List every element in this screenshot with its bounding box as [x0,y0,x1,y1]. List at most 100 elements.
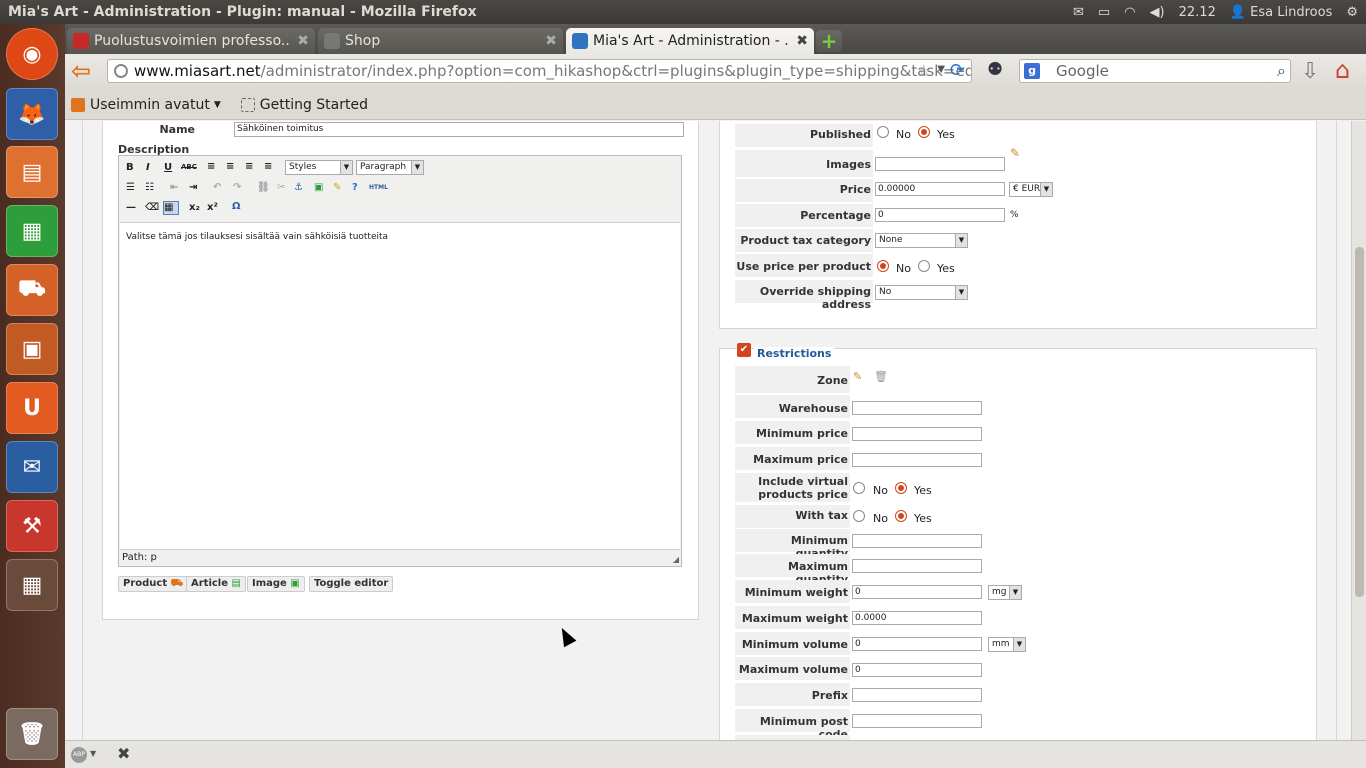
toggle-editor-button[interactable]: Toggle editor [309,576,394,592]
cleanup-icon[interactable]: ✎ [333,182,341,193]
max-price-input[interactable] [852,453,982,467]
tab-close-icon[interactable]: ✖ [545,33,557,49]
per-product-yes-radio[interactable] [918,260,930,272]
max-volume-input[interactable]: 0 [852,663,982,677]
with-tax-yes-radio[interactable] [895,510,907,522]
tab-puolustusvoimien[interactable]: Puolustusvoimien professo... ✖ [67,28,315,54]
redo-icon[interactable]: ↷ [233,182,241,193]
tax-category-select[interactable]: None ▼ [875,233,968,248]
align-center-icon[interactable]: ≡ [226,161,234,172]
close-icon[interactable]: ✖ [117,744,130,763]
special-char-icon[interactable]: Ω [232,201,241,212]
link-icon[interactable]: ⛓ [257,182,270,193]
help-icon[interactable]: ? [352,182,358,193]
horizontal-rule-icon[interactable]: — [126,202,136,213]
globe-icon[interactable] [114,64,128,78]
align-justify-icon[interactable]: ≡ [264,161,272,172]
outdent-icon[interactable]: ⇤ [170,182,178,193]
google-icon[interactable]: g [1024,63,1040,79]
image-icon[interactable]: ▣ [314,182,323,193]
battery-icon[interactable]: ▭ [1098,5,1110,20]
search-input[interactable]: g Google ⌕ [1019,59,1291,83]
files-icon[interactable]: ▤ [6,146,58,198]
trash-icon[interactable]: 🗑 [6,708,58,760]
per-product-no-radio[interactable] [877,260,889,272]
clock[interactable]: 22.12 [1179,5,1216,20]
tab-close-icon[interactable]: ✖ [796,33,808,49]
bold-button[interactable]: B [126,162,134,173]
user-menu[interactable]: 👤 Esa Lindroos [1230,5,1333,20]
libreoffice-calc-icon[interactable]: ▦ [6,205,58,257]
new-tab-button[interactable]: + [816,29,842,53]
percentage-input[interactable]: 0 [875,208,1005,222]
published-no-radio[interactable] [877,126,889,138]
system-settings-icon[interactable]: ⚒ [6,500,58,552]
italic-button[interactable]: I [146,162,150,173]
anchor-icon[interactable]: ⚓ [294,182,303,193]
chevron-down-icon[interactable]: ▼ [90,749,96,758]
volume-icon[interactable]: ◀) [1150,5,1165,20]
include-virtual-yes-radio[interactable] [895,482,907,494]
align-right-icon[interactable]: ≡ [245,161,253,172]
min-quantity-input[interactable] [852,534,982,548]
superscript-icon[interactable]: x² [207,202,218,213]
resize-handle-icon[interactable]: ◢ [673,555,679,564]
currency-select[interactable]: € EUR ▼ [1009,182,1053,197]
align-left-icon[interactable]: ≡ [207,161,215,172]
include-virtual-no-radio[interactable] [853,482,865,494]
reload-icon[interactable]: ⟳ [950,60,965,81]
tab-close-icon[interactable]: ✖ [297,33,309,49]
with-tax-no-radio[interactable] [853,510,865,522]
back-button[interactable]: ⇦ [71,59,97,85]
vertical-scrollbar[interactable] [1351,121,1366,740]
download-icon[interactable]: ⇩ [1301,59,1319,84]
remove-format-icon[interactable]: ⌫ [145,202,159,213]
min-post-code-input[interactable] [852,714,982,728]
url-bar[interactable]: www.miasart.net/administrator/index.php?… [107,59,972,83]
search-icon[interactable]: ⌕ [1277,61,1286,81]
strikethrough-button[interactable]: ABC [181,163,197,171]
libreoffice-impress-icon[interactable]: ▣ [6,323,58,375]
weight-unit-select[interactable]: mg ▼ [988,585,1022,600]
url-dropdown-icon[interactable]: ▼ [937,64,945,75]
edit-icon[interactable]: ✎ [853,370,862,383]
editor-content[interactable]: Valitse tämä jos tilauksesi sisältää vai… [120,222,680,550]
scrollbar-thumb[interactable] [1355,247,1364,597]
min-volume-input[interactable]: 0 [852,637,982,651]
bookmark-getting-started[interactable]: Getting Started [240,97,368,113]
unlink-icon[interactable]: ✂ [277,182,285,193]
ubuntu-home-icon[interactable]: ◉ [6,28,58,80]
indent-icon[interactable]: ⇥ [189,182,197,193]
thunderbird-icon[interactable]: ✉ [6,441,58,493]
volume-unit-select[interactable]: mm ▼ [988,637,1026,652]
delete-icon[interactable]: 🗑 [874,370,888,383]
styles-select[interactable]: Styles ▼ [285,160,353,175]
max-weight-input[interactable]: 0.0000 [852,611,982,625]
image-button[interactable]: Image ▣ [247,576,305,592]
subscript-icon[interactable]: x₂ [189,202,200,213]
tab-mias-art[interactable]: Mia's Art - Administration - ... ✖ [566,28,814,54]
software-center-icon[interactable]: ⛟ [6,264,58,316]
home-icon[interactable]: ⌂ [1335,56,1350,84]
min-price-input[interactable] [852,427,982,441]
workspace-switcher-icon[interactable]: ▦ [6,559,58,611]
min-weight-input[interactable]: 0 [852,585,982,599]
ubuntu-one-icon[interactable]: U [6,382,58,434]
numbered-list-icon[interactable]: ☷ [145,182,154,193]
images-input[interactable] [875,157,1005,171]
html-icon[interactable]: HTML [369,184,388,191]
bookmark-star-icon[interactable]: ☆ [917,61,931,80]
prefix-input[interactable] [852,688,982,702]
max-quantity-input[interactable] [852,559,982,573]
article-button[interactable]: Article ▤ [186,576,246,592]
product-button[interactable]: Product ⛟ [118,576,189,592]
identity-icon[interactable]: ⚉ [987,59,1015,85]
override-address-select[interactable]: No ▼ [875,285,968,300]
visual-aid-icon[interactable]: ▦ [163,201,179,215]
edit-icon[interactable]: ✎ [1010,146,1020,160]
tab-shop[interactable]: Shop ✖ [318,28,563,54]
name-input[interactable]: Sähköinen toimitus [234,122,684,137]
underline-button[interactable]: U [164,162,172,173]
bookmark-most-visited[interactable]: Useimmin avatut ▼ [71,97,221,113]
firefox-icon[interactable]: 🦊 [6,88,58,140]
